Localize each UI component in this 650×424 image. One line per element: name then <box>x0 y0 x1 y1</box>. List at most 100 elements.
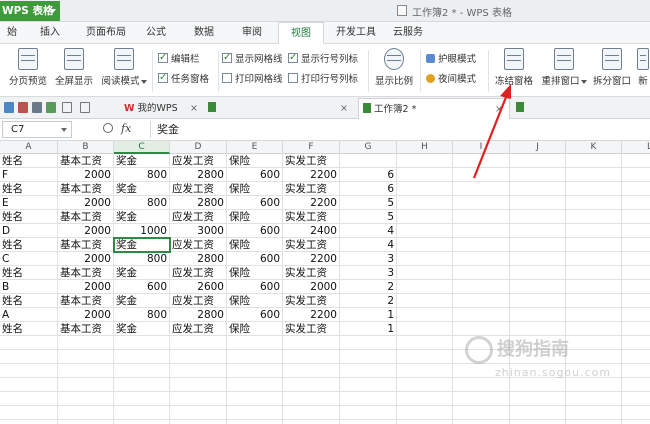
cell-c10[interactable]: 600 <box>114 280 170 294</box>
cell-d20[interactable] <box>170 420 227 424</box>
cell-b4[interactable]: 2000 <box>58 196 114 210</box>
cell-h8[interactable] <box>397 252 453 266</box>
tab-home[interactable]: 始 <box>0 22 24 44</box>
cell-c4[interactable]: 800 <box>114 196 170 210</box>
cell-g19[interactable] <box>340 406 397 420</box>
cell-b12[interactable]: 2000 <box>58 308 114 322</box>
column-header-d[interactable]: D <box>170 141 227 154</box>
cell-b18[interactable] <box>58 392 114 406</box>
cell-a13[interactable]: 姓名 <box>0 322 58 336</box>
cell-e1[interactable]: 保险 <box>227 154 283 168</box>
cell-h19[interactable] <box>397 406 453 420</box>
cell-j18[interactable] <box>510 392 566 406</box>
cell-e4[interactable]: 600 <box>227 196 283 210</box>
cell-l2[interactable] <box>622 168 650 182</box>
column-header-l[interactable]: L <box>622 141 650 154</box>
cell-f20[interactable] <box>283 420 340 424</box>
cell-k19[interactable] <box>566 406 622 420</box>
cell-e10[interactable]: 600 <box>227 280 283 294</box>
cell-d19[interactable] <box>170 406 227 420</box>
cell-d14[interactable] <box>170 336 227 350</box>
cell-h5[interactable] <box>397 210 453 224</box>
formula-input[interactable]: 奖金 <box>150 121 650 138</box>
cell-b16[interactable] <box>58 364 114 378</box>
cell-h7[interactable] <box>397 238 453 252</box>
cell-i10[interactable] <box>453 280 510 294</box>
cell-g6[interactable]: 4 <box>340 224 397 238</box>
cell-f17[interactable] <box>283 378 340 392</box>
tab-workbook[interactable]: 工作簿2 * × <box>358 98 510 119</box>
cell-j8[interactable] <box>510 252 566 266</box>
new-window-button[interactable]: 新 <box>636 48 650 94</box>
show-headers-checkbox[interactable]: 显示行号列标 <box>288 50 358 68</box>
cell-f2[interactable]: 2200 <box>283 168 340 182</box>
cell-f6[interactable]: 2400 <box>283 224 340 238</box>
cell-g8[interactable]: 3 <box>340 252 397 266</box>
cell-h16[interactable] <box>397 364 453 378</box>
print-preview-icon[interactable] <box>18 102 28 113</box>
cell-e5[interactable]: 保险 <box>227 210 283 224</box>
cell-b13[interactable]: 基本工资 <box>58 322 114 336</box>
cell-l6[interactable] <box>622 224 650 238</box>
cell-f19[interactable] <box>283 406 340 420</box>
column-header-j[interactable]: J <box>510 141 566 154</box>
cell-d5[interactable]: 应发工资 <box>170 210 227 224</box>
close-icon[interactable]: × <box>495 99 503 120</box>
cell-a1[interactable]: 姓名 <box>0 154 58 168</box>
cell-a15[interactable] <box>0 350 58 364</box>
cell-i13[interactable] <box>453 322 510 336</box>
print-headers-checkbox[interactable]: 打印行号列标 <box>288 72 358 88</box>
cell-b6[interactable]: 2000 <box>58 224 114 238</box>
cell-h14[interactable] <box>397 336 453 350</box>
cell-e19[interactable] <box>227 406 283 420</box>
column-header-c[interactable]: C <box>114 141 170 154</box>
cell-k5[interactable] <box>566 210 622 224</box>
cell-b11[interactable]: 基本工资 <box>58 294 114 308</box>
cell-j2[interactable] <box>510 168 566 182</box>
cell-g12[interactable]: 1 <box>340 308 397 322</box>
tab-blank[interactable]: × <box>204 98 354 119</box>
tab-developer[interactable]: 开发工具 <box>330 22 382 44</box>
cell-c8[interactable]: 800 <box>114 252 170 266</box>
cell-i7[interactable] <box>453 238 510 252</box>
cell-a7[interactable]: 姓名 <box>0 238 58 252</box>
cell-e15[interactable] <box>227 350 283 364</box>
close-icon[interactable]: × <box>340 98 348 119</box>
column-header-a[interactable]: A <box>0 141 58 154</box>
save-icon[interactable] <box>4 102 14 113</box>
cell-c2[interactable]: 800 <box>114 168 170 182</box>
tab-cloud[interactable]: 云服务 <box>388 22 428 44</box>
cell-a9[interactable]: 姓名 <box>0 266 58 280</box>
split-window-button[interactable]: 拆分窗口 <box>592 48 632 94</box>
print-gridlines-checkbox[interactable]: 打印网格线 <box>222 72 283 88</box>
cell-b2[interactable]: 2000 <box>58 168 114 182</box>
export-icon[interactable] <box>46 102 56 113</box>
cell-f3[interactable]: 实发工资 <box>283 182 340 196</box>
cell-k7[interactable] <box>566 238 622 252</box>
night-mode-button[interactable]: 夜间模式 <box>426 72 476 88</box>
task-pane-checkbox[interactable]: 任务窗格 <box>158 70 209 88</box>
cell-d6[interactable]: 3000 <box>170 224 227 238</box>
cell-j7[interactable] <box>510 238 566 252</box>
cell-d8[interactable]: 2800 <box>170 252 227 266</box>
cell-k2[interactable] <box>566 168 622 182</box>
cell-c7[interactable]: 奖金 <box>113 237 171 253</box>
close-icon[interactable]: × <box>190 98 198 119</box>
cell-k18[interactable] <box>566 392 622 406</box>
cell-b20[interactable] <box>58 420 114 424</box>
new-tab-button[interactable] <box>512 98 552 119</box>
cell-e9[interactable]: 保险 <box>227 266 283 280</box>
cell-f15[interactable] <box>283 350 340 364</box>
tab-page-layout[interactable]: 页面布局 <box>78 22 134 44</box>
cell-g7[interactable]: 4 <box>340 238 397 252</box>
cell-j5[interactable] <box>510 210 566 224</box>
cell-d11[interactable]: 应发工资 <box>170 294 227 308</box>
cell-a8[interactable]: C <box>0 252 58 266</box>
cell-g20[interactable] <box>340 420 397 424</box>
cell-j11[interactable] <box>510 294 566 308</box>
cell-f8[interactable]: 2200 <box>283 252 340 266</box>
cell-h15[interactable] <box>397 350 453 364</box>
cell-c19[interactable] <box>114 406 170 420</box>
cell-g13[interactable]: 1 <box>340 322 397 336</box>
arrange-window-button[interactable]: 重排窗口 <box>540 48 588 94</box>
